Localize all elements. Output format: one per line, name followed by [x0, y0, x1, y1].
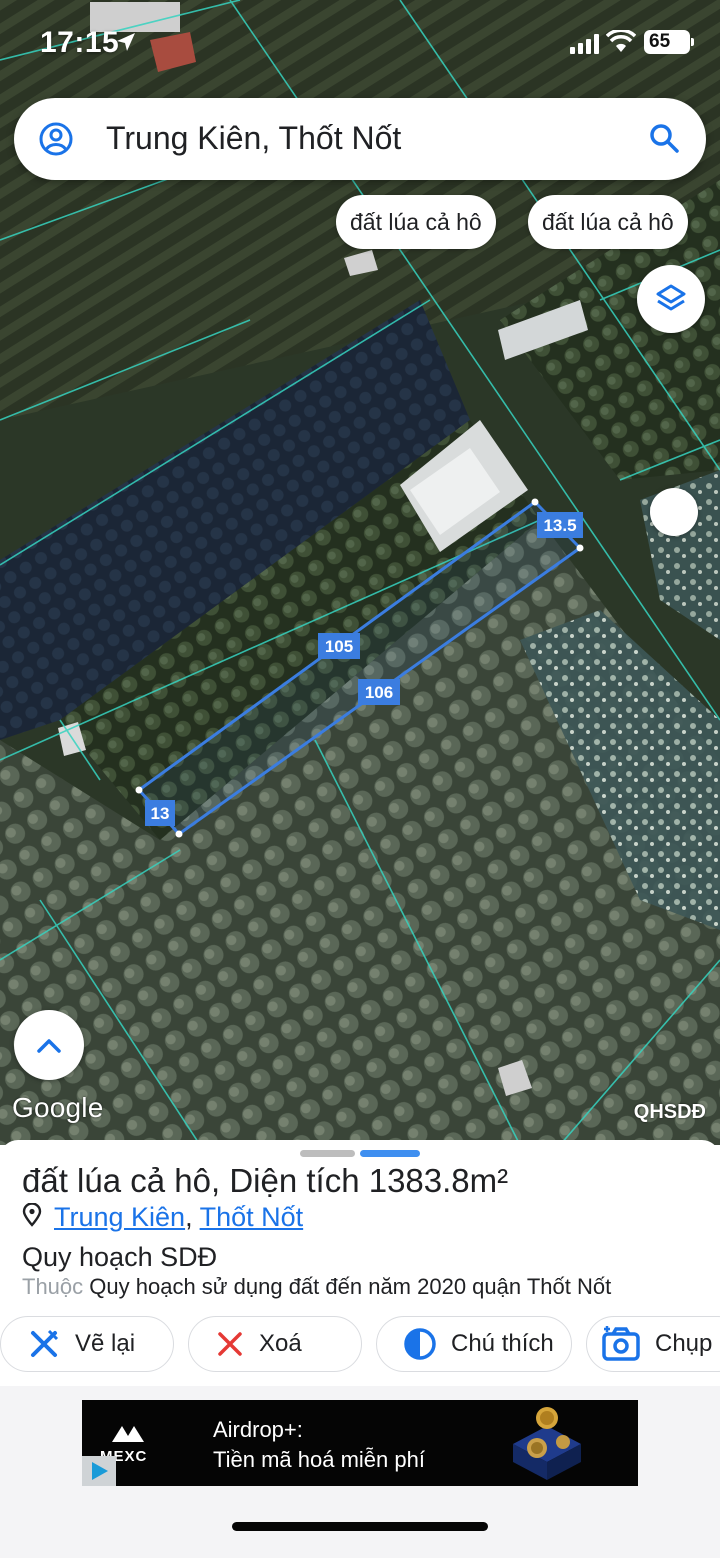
address-separator: , — [185, 1202, 193, 1232]
status-time: 17:15 — [40, 26, 120, 59]
ad-subline: Tiền mã hoá miễn phí — [213, 1447, 425, 1472]
sheet-handle[interactable] — [300, 1150, 355, 1157]
address-link-district[interactable]: Thốt Nốt — [200, 1202, 304, 1232]
search-icon[interactable] — [648, 122, 680, 159]
location-arrow-icon — [114, 30, 138, 59]
capture-button[interactable]: Chụp — [586, 1316, 720, 1372]
delete-button[interactable]: Xoá — [188, 1316, 362, 1372]
edge-label-13-5: 13.5 — [543, 516, 576, 535]
search-location-title: Trung Kiên, Thốt Nốt — [106, 120, 402, 156]
legend-button[interactable]: Chú thích — [376, 1316, 572, 1372]
action-bar: Vẽ lại Xoá Chú thích Chụp — [0, 1316, 720, 1374]
expand-up-button[interactable] — [14, 1010, 84, 1080]
google-logo: Google — [12, 1092, 104, 1123]
belongs-prefix: Thuộc — [22, 1274, 84, 1299]
parcel-heading: đất lúa cả hô, Diện tích 1383.8m² — [22, 1162, 508, 1200]
plan-description: Thuộc Quy hoạch sử dụng đất đến năm 2020… — [22, 1274, 611, 1300]
battery-indicator: 65 — [644, 30, 694, 54]
ad-choices-icon[interactable] — [82, 1456, 116, 1486]
address-link-ward[interactable]: Trung Kiên — [54, 1202, 185, 1232]
layer-label: QHSDĐ — [633, 1101, 706, 1123]
redraw-icon — [27, 1327, 61, 1361]
camera-icon — [601, 1326, 641, 1362]
redraw-button[interactable]: Vẽ lại — [0, 1316, 174, 1372]
wifi-icon — [605, 28, 637, 59]
coins-image — [507, 1404, 587, 1487]
map-control-dot[interactable] — [650, 488, 698, 536]
filter-chip[interactable]: đất lúa cả hô — [336, 195, 496, 249]
delete-label: Xoá — [259, 1330, 302, 1357]
close-icon — [215, 1329, 245, 1359]
search-bar[interactable]: Trung Kiên, Thốt Nốt — [14, 98, 706, 180]
layers-icon — [654, 282, 688, 316]
redraw-label: Vẽ lại — [75, 1330, 136, 1357]
edge-label-105: 105 — [325, 637, 353, 656]
capture-label: Chụp — [655, 1330, 713, 1357]
parcel-area: , Diện tích 1383.8m² — [210, 1162, 509, 1199]
belongs-text: Quy hoạch sử dụng đất đến năm 2020 quận … — [89, 1274, 612, 1299]
info-sheet[interactable]: đất lúa cả hô, Diện tích 1383.8m² Trung … — [0, 1140, 720, 1390]
cellular-signal-icon — [570, 34, 600, 59]
parcel-name: đất lúa cả hô — [22, 1162, 211, 1199]
filter-chip[interactable]: đất lúa cả hô — [528, 195, 688, 249]
edge-label-106: 106 — [365, 683, 393, 702]
contrast-icon — [403, 1327, 437, 1361]
sheet-handle-active[interactable] — [360, 1150, 420, 1157]
legend-label: Chú thích — [451, 1330, 554, 1357]
ad-area: MEXC Airdrop+: Tiền mã hoá miễn phí — [0, 1386, 720, 1558]
plan-title: Quy hoạch SDĐ — [22, 1242, 218, 1272]
account-icon[interactable] — [38, 121, 74, 162]
status-bar: 17:15 65 — [0, 26, 720, 62]
mexc-logo-icon — [110, 1422, 146, 1449]
ad-headline: Airdrop+: — [213, 1417, 303, 1442]
edge-label-13: 13 — [151, 804, 170, 823]
home-indicator[interactable] — [232, 1522, 488, 1531]
parcel-address: Trung Kiên, Thốt Nốt — [22, 1202, 303, 1234]
layers-button[interactable] — [637, 265, 705, 333]
ad-banner[interactable]: MEXC Airdrop+: Tiền mã hoá miễn phí — [82, 1400, 638, 1486]
map-view[interactable]: 13.5 105 106 13 17:15 65 Trung Kiên, Thố… — [0, 0, 720, 1145]
chevron-up-icon — [35, 1035, 63, 1055]
map-pin-icon — [22, 1202, 42, 1234]
